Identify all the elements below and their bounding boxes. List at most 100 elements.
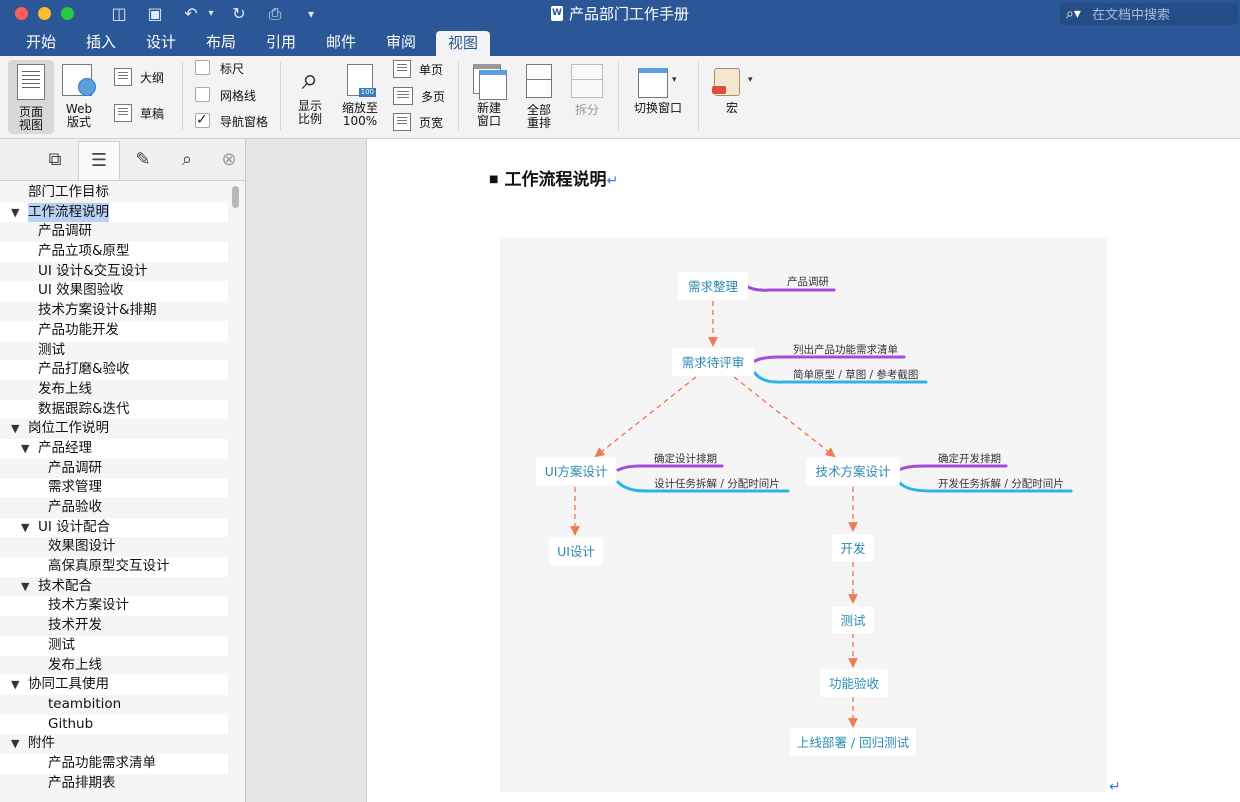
nav-pane-checkbox[interactable]: 导航窗格 (195, 111, 268, 131)
expand-triangle-icon[interactable]: ▼ (21, 518, 29, 538)
print-icon[interactable]: ⎙ (264, 4, 286, 24)
undo-dropdown-icon[interactable]: ▾ (200, 4, 222, 24)
draft-icon (114, 104, 132, 122)
outline-item[interactable]: ▼ UI 设计配合 (0, 517, 228, 538)
outline-item[interactable]: ▼ 技术配合 (0, 577, 228, 597)
tab-layout[interactable]: 布局 (198, 30, 244, 56)
outline-item[interactable]: 部门工作目标 (0, 183, 228, 203)
outline-item[interactable]: 技术方案设计 (0, 596, 228, 617)
search-input[interactable] (1090, 4, 1234, 26)
split-button[interactable]: 拆分 (566, 62, 608, 117)
draft-view-button[interactable]: 草稿 (114, 104, 164, 123)
tab-references[interactable]: 引用 (258, 30, 304, 56)
outline-item[interactable]: ▼ 附件 (0, 734, 228, 754)
one-page-button[interactable]: 单页 (393, 60, 443, 79)
outline-item[interactable]: 发布上线 (0, 656, 228, 676)
outline-item[interactable]: teambition (0, 695, 228, 715)
outline-item[interactable]: ▼ 工作流程说明 (0, 202, 228, 223)
page-width-button[interactable]: 页宽 (393, 113, 443, 132)
web-view-button[interactable]: Web 版式 (58, 60, 100, 129)
outline-item[interactable]: 效果图设计 (0, 537, 228, 557)
arrange-all-button[interactable]: 全部 重排 (518, 62, 560, 130)
outline-item[interactable]: ▼ 产品经理 (0, 438, 228, 459)
outline-item[interactable]: 产品打磨&验收 (0, 360, 228, 380)
nav-pane-check-icon[interactable] (195, 111, 210, 129)
outline-item[interactable]: UI 效果图验收 (0, 281, 228, 302)
workflow-diagram[interactable]: 需求整理 需求待评审 UI方案设计 技术方案设计 UI设计 开发 测试 功能验收… (500, 237, 1107, 792)
outline-item[interactable]: 产品调研 (0, 459, 228, 479)
section-heading[interactable]: ■ 工作流程说明↵ (489, 165, 618, 190)
outline-item[interactable]: 产品验收 (0, 498, 228, 518)
ruler-check-icon[interactable] (195, 60, 210, 75)
outline-item[interactable]: 数据跟踪&迭代 (0, 399, 228, 420)
outline-item[interactable]: 测试 (0, 635, 228, 656)
customize-toolbar-icon[interactable]: ▾ (300, 4, 322, 24)
macros-button[interactable]: ▾ 宏 (706, 62, 758, 115)
tab-home[interactable]: 开始 (18, 30, 64, 56)
outline-item-label: 产品功能开发 (38, 321, 119, 338)
redo-icon[interactable]: ↻ (228, 4, 250, 24)
outline-item[interactable]: 产品功能需求清单 (0, 753, 228, 774)
outline-item[interactable]: 产品排期表 (0, 774, 228, 794)
document-page[interactable]: ■ 工作流程说明↵ 需求整理 需求待评审 UI方案设计 技术方案设计 UI设计 … (366, 139, 1240, 802)
undo-icon[interactable]: ↶ (180, 4, 202, 24)
outline-item-label: teambition (48, 695, 122, 712)
outline-item[interactable]: 产品调研 (0, 222, 228, 242)
outline-item[interactable]: 需求管理 (0, 478, 228, 498)
outline-item-label: 技术方案设计&排期 (38, 302, 157, 319)
tab-insert[interactable]: 插入 (78, 30, 124, 56)
outline-item[interactable]: 技术方案设计&排期 (0, 301, 228, 321)
close-window-button[interactable] (15, 7, 28, 20)
document-map-icon[interactable]: ☰ (78, 141, 120, 180)
gridlines-checkbox[interactable]: 网格线 (195, 87, 256, 105)
outline-item[interactable]: UI 设计&交互设计 (0, 262, 228, 282)
thumbnails-icon[interactable]: ⧉ (40, 145, 70, 175)
outline-item[interactable]: Github (0, 714, 228, 735)
search-icon[interactable]: ⌕ (172, 145, 202, 175)
multiple-pages-button[interactable]: 多页 (393, 87, 445, 106)
search-icon[interactable]: ⌕▾ (1066, 5, 1081, 23)
outline-item[interactable]: ▼ 岗位工作说明 (0, 419, 228, 439)
outline-item[interactable]: 产品立项&原型 (0, 242, 228, 262)
one-page-icon (393, 60, 411, 78)
page-view-button[interactable]: 页面 视图 (8, 60, 54, 134)
tab-review[interactable]: 审阅 (378, 30, 424, 56)
new-window-button[interactable]: 新建 窗口 (468, 62, 510, 128)
outline-item[interactable]: 测试 (0, 341, 228, 361)
expand-triangle-icon[interactable]: ▼ (21, 439, 29, 459)
tab-view[interactable]: 视图 (436, 31, 490, 56)
outline-scrollbar[interactable] (230, 183, 242, 802)
document-area[interactable]: ■ 工作流程说明↵ 需求整理 需求待评审 UI方案设计 技术方案设计 UI设计 … (246, 139, 1240, 802)
minimize-window-button[interactable] (38, 7, 51, 20)
outline-item-label: 效果图设计 (48, 538, 116, 555)
outline-item[interactable]: 产品功能开发 (0, 320, 228, 341)
search-box[interactable]: ⌕▾ (1060, 3, 1238, 26)
expand-triangle-icon[interactable]: ▼ (11, 419, 19, 439)
tab-design[interactable]: 设计 (138, 30, 184, 56)
outline-item[interactable]: ▼ 协同工具使用 (0, 675, 228, 695)
zoom-button[interactable]: ⌕ 显示 比例 (290, 62, 330, 126)
scrollbar-thumb[interactable] (232, 186, 239, 208)
sidebar-toggle-icon[interactable]: ◫ (108, 4, 130, 24)
outline-item[interactable]: 技术开发 (0, 616, 228, 636)
expand-triangle-icon[interactable]: ▼ (11, 675, 19, 695)
outline-item[interactable]: 高保真原型交互设计 (0, 557, 228, 577)
zoom-100-icon: 100 (347, 64, 376, 97)
outline-item-label: 需求管理 (48, 479, 102, 496)
expand-triangle-icon[interactable]: ▼ (11, 734, 19, 754)
ruler-checkbox[interactable]: 标尺 (195, 60, 244, 78)
switch-window-button[interactable]: ▾ 切换窗口 (626, 62, 690, 115)
outline-view-button[interactable]: 大纲 (114, 68, 164, 87)
save-icon[interactable]: ▣ (144, 4, 166, 24)
gridlines-check-icon[interactable] (195, 87, 210, 102)
expand-triangle-icon[interactable]: ▼ (11, 203, 19, 223)
close-pane-icon[interactable]: ⊗ (214, 145, 244, 175)
expand-triangle-icon[interactable]: ▼ (21, 577, 29, 597)
tab-mailings[interactable]: 邮件 (318, 30, 364, 56)
zoom-100-button[interactable]: 100 缩放至 100% (338, 62, 382, 128)
outline-item-label: 产品排期表 (48, 774, 116, 791)
reviewing-pane-icon[interactable]: ✎ (128, 145, 158, 175)
outline-item-label: 高保真原型交互设计 (48, 558, 170, 575)
outline-item[interactable]: 发布上线 (0, 380, 228, 400)
maximize-window-button[interactable] (61, 7, 74, 20)
